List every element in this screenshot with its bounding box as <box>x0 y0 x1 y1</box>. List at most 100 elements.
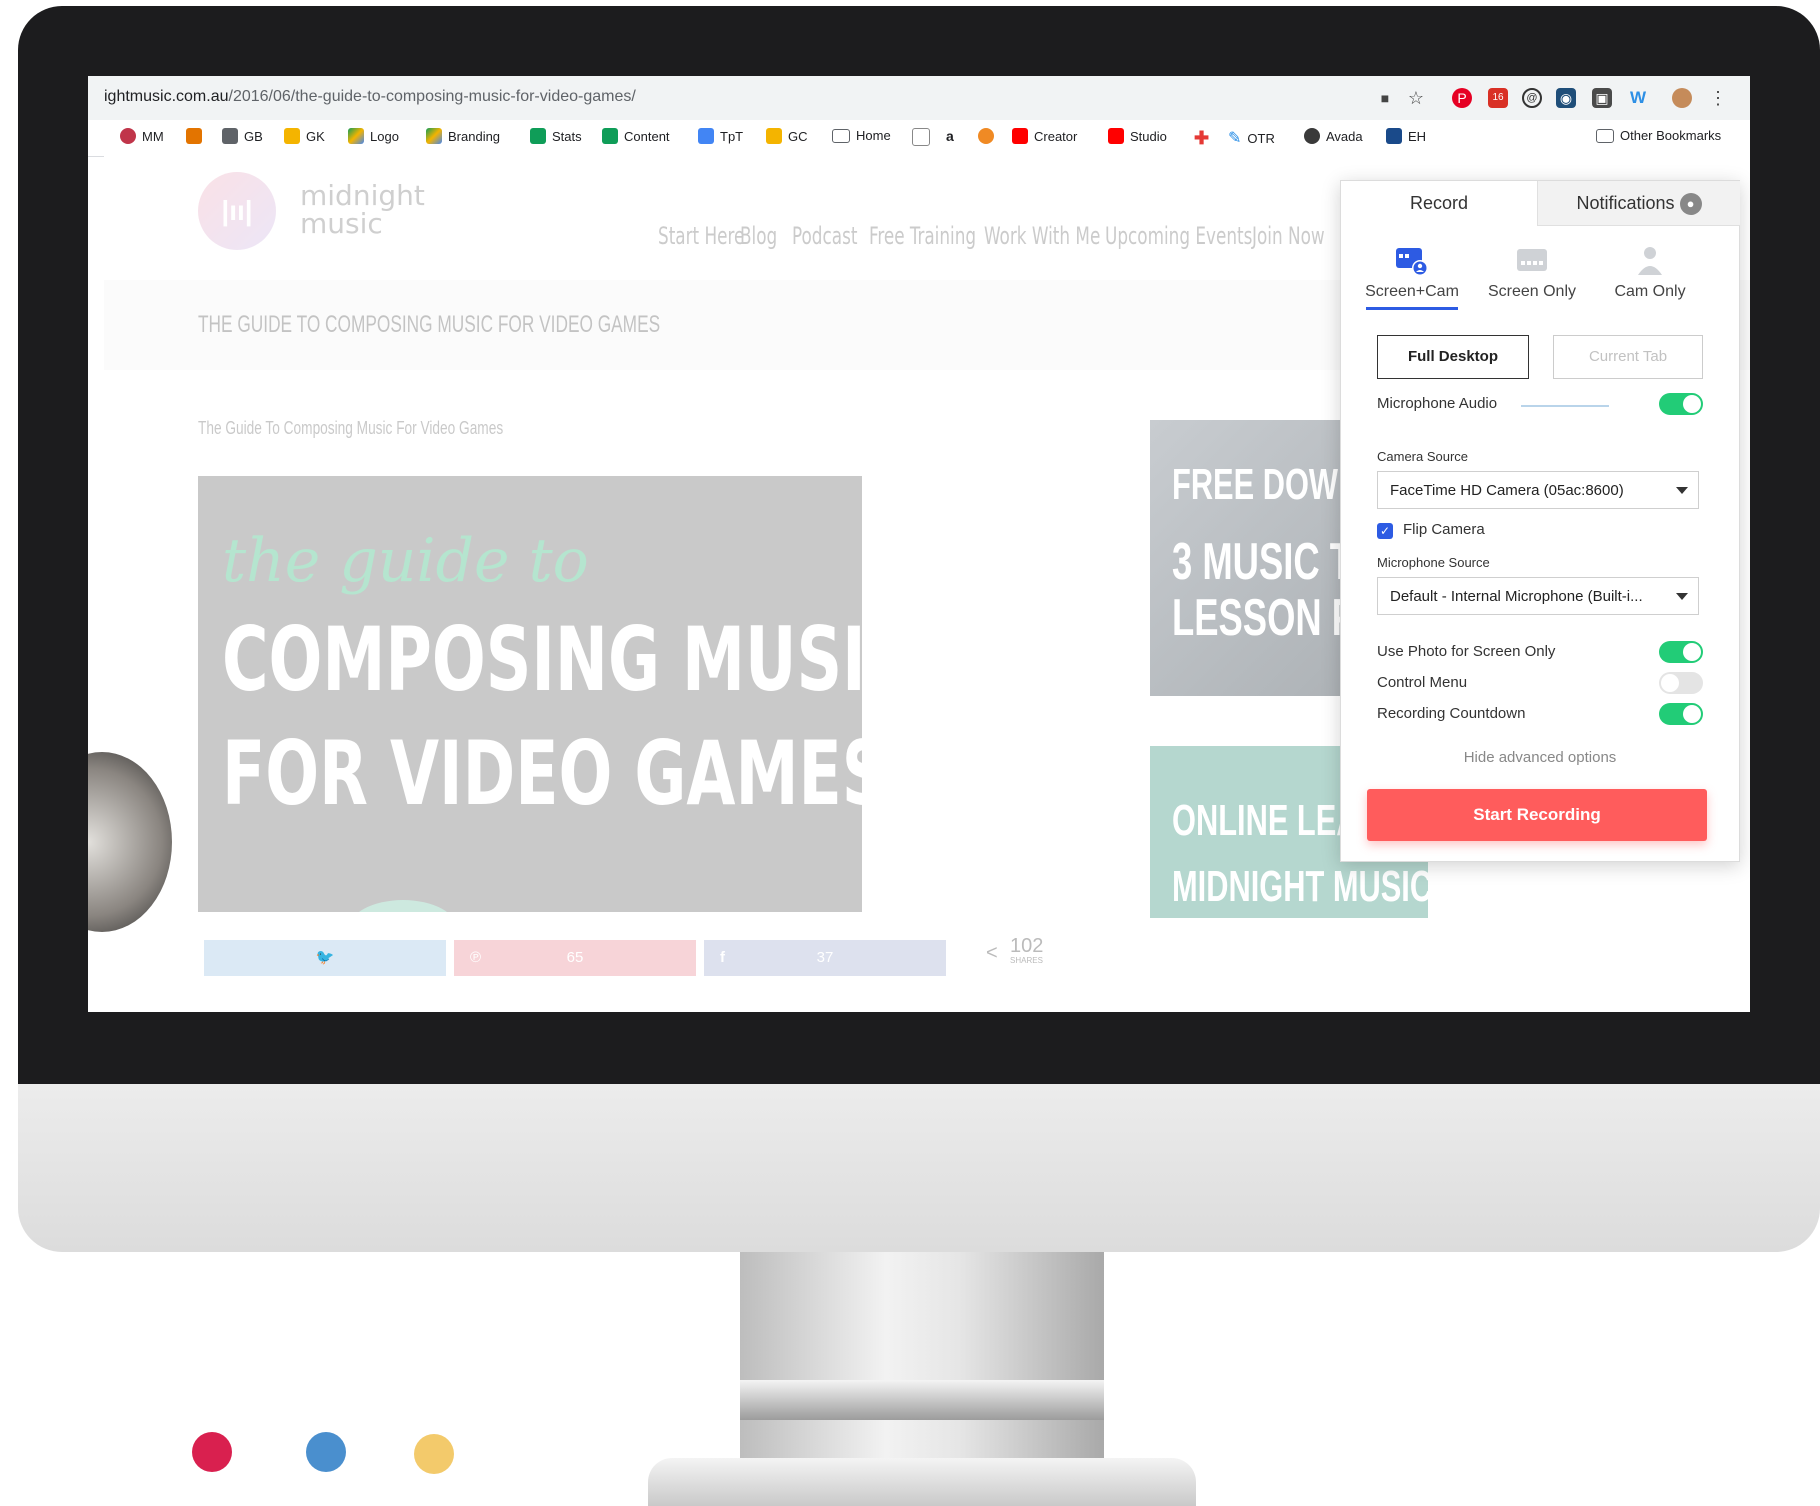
mode-cam-only[interactable]: Cam Only <box>1595 245 1705 301</box>
flower-icon <box>978 128 994 144</box>
bookmark-logo[interactable]: Logo <box>348 128 399 144</box>
folder-icon <box>1596 128 1614 143</box>
breadcrumb[interactable]: The Guide To Composing Music For Video G… <box>198 418 503 439</box>
decor-dot-red <box>192 1432 232 1472</box>
microphone-audio-toggle[interactable] <box>1659 393 1703 415</box>
screen-icon <box>1515 245 1549 275</box>
nav-work-with-me[interactable]: Work With Me <box>984 222 1100 250</box>
bookmark-mm[interactable]: MM <box>120 128 164 144</box>
flip-camera-checkbox[interactable]: ✓ <box>1377 523 1393 539</box>
bookmark-avada[interactable]: Avada <box>1304 128 1363 144</box>
recording-countdown-toggle[interactable] <box>1659 703 1703 725</box>
toggle-knob <box>1683 395 1701 413</box>
nav-upcoming-events[interactable]: Upcoming Events <box>1105 222 1252 250</box>
facebook-share-button[interactable]: f 37 <box>704 940 946 976</box>
star-icon[interactable]: ☆ <box>1406 88 1426 108</box>
tab-record[interactable]: Record <box>1341 181 1537 225</box>
calendar-extension-icon[interactable]: 16 <box>1488 88 1508 108</box>
mode-screen-cam[interactable]: Screen+Cam <box>1357 245 1467 310</box>
bookmark-label: TpT <box>720 128 744 144</box>
bookmark-label: MM <box>142 128 164 144</box>
bookmark-branding[interactable]: Branding <box>426 128 500 144</box>
control-menu-toggle[interactable] <box>1659 672 1703 694</box>
nav-blog[interactable]: Blog <box>740 222 777 250</box>
tab-notifications[interactable]: Notifications ● <box>1537 181 1740 226</box>
webcam-bubble[interactable] <box>88 752 172 932</box>
bookmark-stats[interactable]: Stats <box>530 128 582 144</box>
nav-join-now[interactable]: Join Now <box>1252 222 1325 250</box>
bookmark-eh[interactable]: EH <box>1386 128 1426 144</box>
camera-source-select[interactable]: FaceTime HD Camera (05ac:8600) <box>1377 471 1699 509</box>
nav-start-here[interactable]: Start Here <box>658 222 744 250</box>
microphone-source-select[interactable]: Default - Internal Microphone (Built-i..… <box>1377 577 1699 615</box>
bookmark-home[interactable]: Home <box>832 128 891 143</box>
more-menu-icon[interactable]: ⋮ <box>1708 88 1728 108</box>
site-logo-text[interactable]: midnight music <box>300 182 425 238</box>
current-tab-button[interactable]: Current Tab <box>1553 335 1703 379</box>
tab-notifications-label: Notifications <box>1576 193 1675 213</box>
bookmark-amazon[interactable]: a <box>946 128 954 144</box>
bookmark-flower[interactable] <box>978 128 994 144</box>
twitter-share-button[interactable]: 🐦 <box>204 940 446 976</box>
other-bookmarks-label: Other Bookmarks <box>1620 128 1722 143</box>
bookmark-c[interactable] <box>912 128 930 146</box>
bookmark-label: Stats <box>552 128 582 144</box>
profile-avatar[interactable] <box>1672 88 1692 108</box>
full-desktop-button[interactable]: Full Desktop <box>1377 335 1529 379</box>
site-logo-mark[interactable]: |ıı| <box>198 172 276 250</box>
drive-icon <box>348 128 364 144</box>
nav-free-training[interactable]: Free Training <box>869 222 976 250</box>
bookmark-content[interactable]: Content <box>602 128 670 144</box>
pinterest-extension-icon[interactable]: P <box>1452 88 1472 108</box>
w-extension-letter: W <box>1629 88 1647 107</box>
sheets-icon <box>530 128 546 144</box>
bookmark-label: GK <box>306 128 325 144</box>
youtube-icon <box>1012 128 1028 144</box>
bookmark-plus[interactable]: ✚ <box>1194 128 1209 149</box>
screencastify-extension-icon[interactable]: ◉ <box>1556 88 1576 108</box>
bell-icon: ● <box>1679 193 1702 216</box>
hide-advanced-link[interactable]: Hide advanced options <box>1341 749 1739 766</box>
amazon-icon: a <box>946 128 954 144</box>
drive-icon <box>426 128 442 144</box>
person-icon <box>1633 245 1667 275</box>
bookmark-label: GB <box>244 128 263 144</box>
plus-cross-icon: ✚ <box>1194 128 1210 148</box>
pinterest-share-button[interactable]: ℗ 65 <box>454 940 696 976</box>
bookmark-otr[interactable]: ✎ OTR <box>1228 128 1275 148</box>
monitor-chin <box>18 1084 1820 1252</box>
bookmark-studio[interactable]: Studio <box>1108 128 1167 144</box>
bookmark-creator[interactable]: Creator <box>1012 128 1077 144</box>
spiral-extension-icon[interactable]: @ <box>1522 88 1542 108</box>
w-extension-icon[interactable]: W <box>1628 88 1648 108</box>
bookmark-tpt[interactable]: TpT <box>698 128 743 144</box>
other-bookmarks[interactable]: Other Bookmarks <box>1596 128 1721 143</box>
recorder-popup: Record Notifications ● Screen+Cam Screen… <box>1340 180 1740 862</box>
camera-icon[interactable]: ■ <box>1375 88 1395 108</box>
gb-favicon-icon <box>222 128 238 144</box>
bookmark-gk[interactable]: GK <box>284 128 325 144</box>
sheets-icon <box>602 128 618 144</box>
hero-image[interactable]: the guide to COMPOSING MUSIC FOR VIDEO G… <box>198 476 862 912</box>
use-photo-toggle[interactable] <box>1659 641 1703 663</box>
mode-underline <box>1366 307 1458 310</box>
start-recording-button[interactable]: Start Recording <box>1367 789 1707 841</box>
url-text[interactable]: ightmusic.com.au/2016/06/the-guide-to-co… <box>104 88 636 106</box>
shield-extension-icon[interactable]: ▣ <box>1592 88 1612 108</box>
keep-icon <box>284 128 300 144</box>
feather-icon: ✎ <box>1228 130 1242 147</box>
microphone-audio-label: Microphone Audio <box>1377 395 1498 412</box>
share-icon: < <box>986 942 998 964</box>
url-path: /2016/06/the-guide-to-composing-music-fo… <box>228 88 636 105</box>
mode-screen-only[interactable]: Screen Only <box>1477 245 1587 301</box>
monitor-stand <box>740 1252 1104 1458</box>
url-host: ightmusic.com.au <box>104 88 229 105</box>
bookmark-analytics[interactable] <box>186 128 202 144</box>
bookmark-gc[interactable]: GC <box>766 128 808 144</box>
microphone-source-label: Microphone Source <box>1377 555 1490 570</box>
bookmark-gb[interactable]: GB <box>222 128 263 144</box>
bookmark-label: EH <box>1408 128 1427 144</box>
address-bar[interactable]: ightmusic.com.au/2016/06/the-guide-to-co… <box>88 76 1750 120</box>
nav-podcast[interactable]: Podcast <box>792 222 857 250</box>
screen-cam-icon <box>1395 245 1429 276</box>
